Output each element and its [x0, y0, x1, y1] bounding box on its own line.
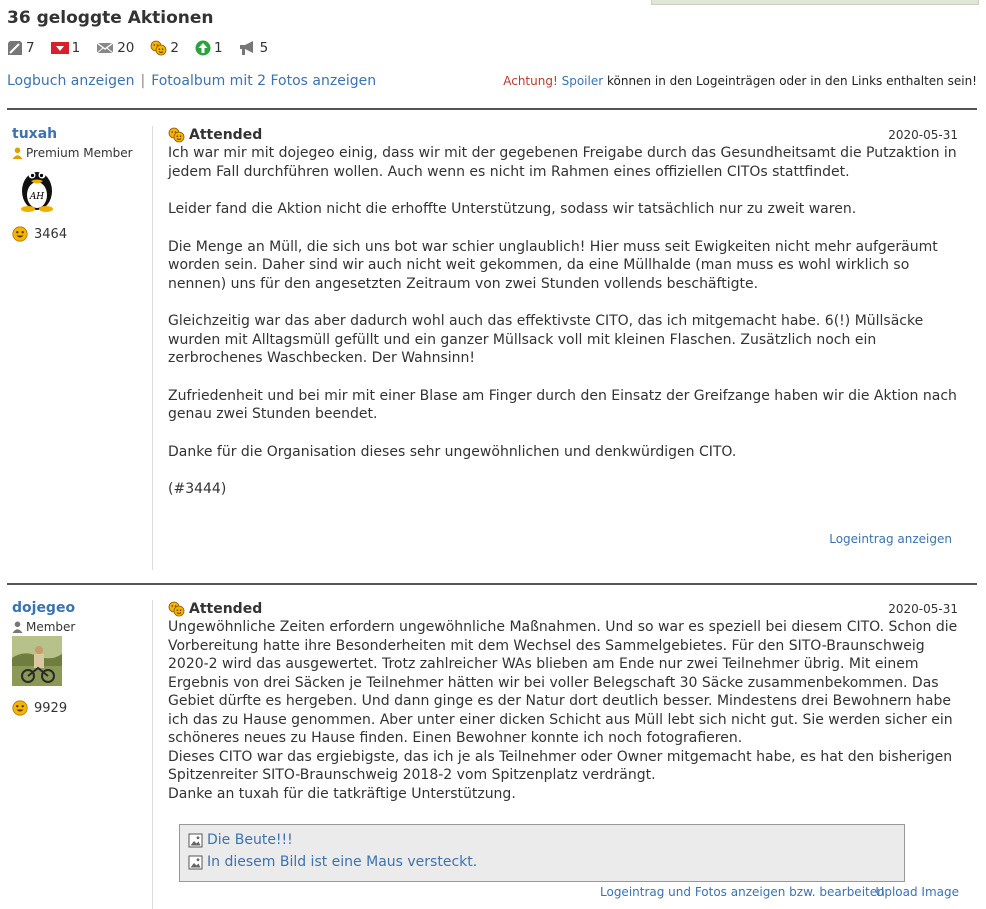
member-icon [12, 621, 23, 633]
log-line: Danke an tuxah für die tatkräftige Unter… [168, 785, 516, 802]
log-text: Ich war mir mit dojegeo einig, dass wir … [168, 144, 958, 499]
divider [7, 583, 977, 585]
spoiler-link[interactable]: Spoiler [562, 74, 604, 88]
smiley-icon [12, 226, 28, 242]
member-role: Premium Member [12, 146, 152, 160]
finds-value: 9929 [34, 700, 68, 716]
stat-up-count: 1 [213, 40, 223, 56]
member-role-label: Member [26, 620, 76, 634]
stat-flags: 1 [50, 40, 81, 56]
user-info: dojegeo Member 9929 [12, 600, 152, 716]
stat-mails-count: 20 [117, 40, 135, 56]
view-edit-log-link[interactable]: Logeintrag und Fotos anzeigen bzw. bearb… [600, 885, 885, 899]
log-type: Attended [168, 127, 262, 143]
finds-value: 3464 [34, 226, 68, 242]
log-text: Ungewöhnliche Zeiten erfordern ungewöhnl… [168, 618, 958, 803]
column-divider [152, 126, 153, 570]
finds-count: 3464 [12, 226, 152, 242]
image-icon [188, 855, 203, 869]
stat-megaphone: 5 [239, 40, 269, 56]
avatar-tux[interactable]: AH [12, 162, 62, 212]
megaphone-icon [239, 41, 253, 55]
up-arrow-icon [195, 40, 211, 56]
image-link[interactable]: Die Beute!!! [207, 832, 293, 848]
log-header: Attended 2020-05-31 [168, 126, 958, 144]
log-content: Attended 2020-05-31 Ich war mir mit doje… [168, 126, 958, 499]
premium-member-icon [12, 147, 23, 159]
stat-mails: 20 [96, 40, 134, 56]
avatar-lettering: AH [29, 192, 44, 202]
page-title: 36 geloggte Aktionen [7, 8, 214, 28]
warning-suffix: können in den Logeinträgen oder in den L… [606, 74, 977, 88]
image-link[interactable]: In diesem Bild ist eine Maus versteckt. [207, 854, 477, 870]
log-line: Ungewöhnliche Zeiten erfordern ungewöhnl… [168, 619, 958, 746]
stat-up: 1 [195, 40, 223, 56]
log-paragraph: Leider fand die Aktion nicht die erhofft… [168, 201, 857, 217]
upload-image-link[interactable]: Upload Image [876, 885, 959, 899]
log-date: 2020-05-31 [888, 602, 958, 616]
log-type-label: Attended [189, 127, 263, 143]
log-date: 2020-05-31 [888, 128, 958, 142]
avatar-photo[interactable] [12, 636, 62, 686]
log-paragraph: Gleichzeitig war das aber dadurch wohl a… [168, 313, 924, 366]
mail-icon [96, 42, 114, 54]
image-item: In diesem Bild ist eine Maus versteckt. [180, 851, 904, 873]
attended-icon [168, 127, 185, 143]
log-stats: 7 1 20 2 1 5 [7, 40, 284, 56]
log-paragraph: Die Menge an Müll, die sich uns bot war … [168, 238, 938, 292]
attended-icon [168, 601, 185, 617]
username-link[interactable]: tuxah [12, 126, 152, 142]
username-link[interactable]: dojegeo [12, 600, 152, 616]
image-item: Die Beute!!! [180, 829, 904, 851]
stat-attended: 2 [150, 40, 179, 56]
column-divider [152, 600, 153, 909]
stat-attended-count: 2 [170, 40, 179, 56]
image-list: Die Beute!!! In diesem Bild ist eine Mau… [179, 824, 905, 882]
stat-flags-count: 1 [71, 40, 81, 56]
warning-prefix: Achtung! [503, 74, 558, 88]
log-header: Attended 2020-05-31 [168, 600, 958, 618]
log-entry: dojegeo Member 9929 Attended 2020-05-31 … [7, 600, 977, 909]
stat-notes-count: 7 [26, 40, 35, 56]
log-type: Attended [168, 601, 262, 617]
finds-count: 9929 [12, 700, 152, 716]
member-role-label: Premium Member [26, 146, 133, 160]
header-links: Logbuch anzeigen | Fotoalbum mit 2 Fotos a… [7, 73, 376, 89]
smiley-icon [12, 700, 28, 716]
divider [7, 108, 977, 110]
log-type-label: Attended [189, 601, 263, 617]
image-icon [188, 833, 203, 847]
view-log-link[interactable]: Logeintrag anzeigen [829, 532, 952, 546]
map-preview[interactable] [651, 0, 979, 5]
stat-megaphone-count: 5 [259, 40, 269, 56]
flag-icon [50, 42, 69, 54]
link-separator: | [140, 73, 146, 89]
stat-notes: 7 [7, 40, 35, 56]
user-info: tuxah Premium Member AH 3464 [12, 126, 152, 242]
log-paragraph: Ich war mir mit dojegeo einig, dass wir … [168, 145, 957, 180]
note-icon [8, 41, 22, 55]
log-line: Dieses CITO war das ergiebigste, das ich… [168, 748, 953, 784]
photo-album-link[interactable]: Fotoalbum mit 2 Fotos anzeigen [151, 73, 376, 89]
logbook-link[interactable]: Logbuch anzeigen [7, 73, 134, 89]
log-paragraph: Danke für die Organisation dieses sehr u… [168, 443, 737, 460]
log-entry: tuxah Premium Member AH 3464 Attended 20… [7, 126, 977, 570]
member-role: Member [12, 620, 152, 634]
log-paragraph: Zufriedenheit und bei mir mit einer Blas… [168, 387, 957, 423]
attended-icon [150, 40, 167, 56]
log-paragraph: (#3444) [168, 481, 227, 497]
log-content: Attended 2020-05-31 Ungewöhnliche Zeiten… [168, 600, 958, 803]
spoiler-warning: Achtung! Spoiler können in den Logeinträ… [503, 74, 977, 88]
